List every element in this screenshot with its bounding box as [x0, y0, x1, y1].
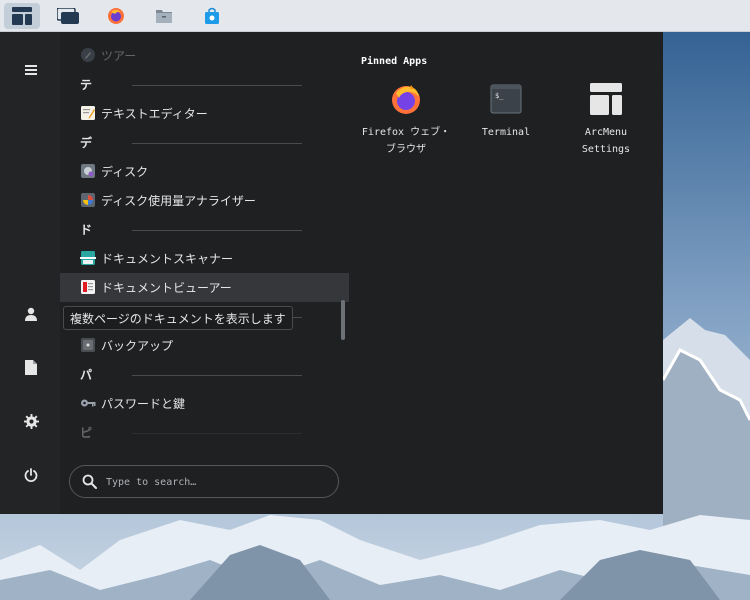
- list-item-label: ディスク: [101, 165, 149, 179]
- menu-side-rail: [0, 32, 60, 514]
- documents-button[interactable]: [12, 348, 50, 386]
- section-header: デ: [60, 128, 349, 157]
- list-item-disks[interactable]: ディスク: [60, 157, 349, 186]
- list-item-disk-usage-analyzer[interactable]: ディスク使用量アナライザー: [60, 186, 349, 215]
- section-divider: [132, 433, 302, 434]
- search-box[interactable]: [69, 465, 339, 498]
- pinned-apps-title: Pinned Apps: [361, 56, 428, 67]
- list-item-label: テキストエディター: [101, 107, 208, 121]
- section-header-label: パ: [80, 368, 93, 382]
- file-cabinet-icon: [156, 10, 172, 23]
- power-icon: [24, 468, 38, 482]
- top-taskbar: [0, 0, 750, 32]
- firefox-taskbar-button[interactable]: [98, 3, 134, 29]
- all-apps-list[interactable]: ツアー テ テキストエディター デ ディスク ディスク使用量アナライザー ド ド…: [60, 32, 350, 442]
- pinned-app-firefox[interactable]: Firefox ウェブ・ブラウザ: [361, 82, 451, 162]
- pinned-app-label: Firefox ウェブ・ブラウザ: [361, 127, 451, 155]
- document-icon: [25, 359, 37, 375]
- section-divider: [132, 375, 302, 376]
- hamburger-menu-button[interactable]: [12, 51, 50, 89]
- search-input[interactable]: [106, 473, 326, 491]
- svg-text:$_: $_: [495, 92, 504, 100]
- section-header-label: テ: [80, 78, 93, 92]
- list-item-backup[interactable]: バックアップ: [60, 331, 349, 360]
- hamburger-icon: [25, 65, 37, 75]
- arcmenu-launcher-button[interactable]: [4, 3, 40, 29]
- list-item-passwords-and-keys[interactable]: パスワードと鍵: [60, 389, 349, 418]
- user-account-button[interactable]: [12, 295, 50, 333]
- section-header: ド: [60, 215, 349, 244]
- tour-icon: [81, 48, 95, 62]
- list-item-text-editor[interactable]: テキストエディター: [60, 99, 349, 128]
- pinned-app-label: Terminal: [481, 127, 531, 138]
- pinned-app-arcmenu-settings[interactable]: ArcMenu Settings: [561, 82, 651, 162]
- backup-icon: [81, 338, 95, 352]
- section-header: ピ: [60, 418, 349, 442]
- list-item-document-scanner[interactable]: ドキュメントスキャナー: [60, 244, 349, 273]
- section-header-label: ピ: [80, 426, 93, 440]
- list-item-tour[interactable]: ツアー: [60, 41, 349, 70]
- section-header-label: デ: [80, 136, 93, 150]
- document-viewer-tooltip: 複数ページのドキュメントを表示します: [63, 306, 293, 330]
- section-divider: [132, 85, 302, 86]
- firefox-icon: [392, 85, 420, 114]
- arcmenu-settings-icon: [590, 83, 622, 115]
- arcmenu-layout-icon: [12, 7, 32, 25]
- shopping-bag-icon: [205, 7, 219, 24]
- document-viewer-icon: [81, 280, 95, 294]
- document-scanner-icon: [80, 251, 96, 265]
- list-item-label: ツアー: [101, 49, 137, 63]
- section-header: テ: [60, 70, 349, 99]
- list-item-label: パスワードと鍵: [101, 397, 186, 411]
- disk-usage-analyzer-icon: [81, 193, 95, 207]
- section-header: パ: [60, 360, 349, 389]
- list-item-label: ドキュメントビューアー: [101, 281, 232, 295]
- section-divider: [132, 230, 302, 231]
- list-item-label: ドキュメントスキャナー: [101, 252, 234, 266]
- list-item-label: ディスク使用量アナライザー: [101, 194, 256, 208]
- arcmenu-panel: ツアー テ テキストエディター デ ディスク ディスク使用量アナライザー ド ド…: [0, 32, 663, 514]
- files-taskbar-button[interactable]: [146, 3, 182, 29]
- gear-icon: [23, 413, 39, 429]
- pinned-app-label: ArcMenu Settings: [581, 127, 631, 155]
- key-icon: [81, 399, 96, 407]
- settings-button[interactable]: [12, 402, 50, 440]
- search-icon: [82, 474, 97, 489]
- show-desktop-button[interactable]: [50, 3, 86, 29]
- pinned-app-terminal[interactable]: $_ Terminal: [461, 82, 551, 162]
- power-button[interactable]: [12, 456, 50, 494]
- list-item-document-viewer[interactable]: ドキュメントビューアー: [60, 273, 349, 302]
- disks-icon: [81, 164, 95, 178]
- section-header-label: ド: [80, 223, 93, 237]
- software-store-button[interactable]: [194, 3, 230, 29]
- section-divider: [132, 143, 302, 144]
- firefox-icon: [108, 8, 124, 24]
- windows-icon: [57, 8, 79, 24]
- app-list-scrollbar[interactable]: [341, 300, 345, 340]
- text-editor-icon: [81, 106, 95, 120]
- user-icon: [25, 307, 37, 321]
- list-item-label: バックアップ: [101, 339, 174, 353]
- terminal-icon: $_: [490, 84, 522, 114]
